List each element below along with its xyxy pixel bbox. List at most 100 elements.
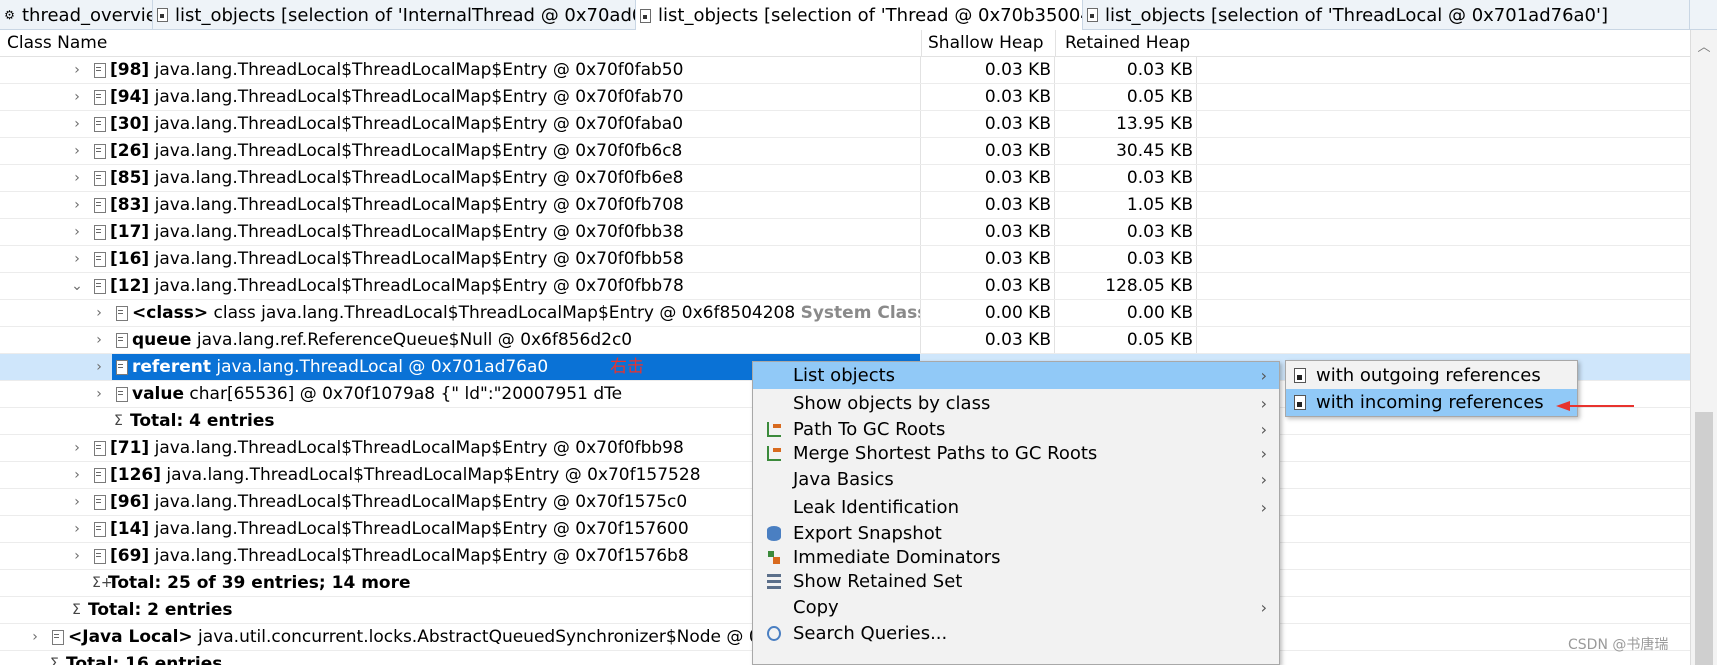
row-label: [14] java.lang.ThreadLocal$ThreadLocalMa… (110, 516, 689, 542)
table-row[interactable]: › [30] java.lang.ThreadLocal$ThreadLocalM… (0, 111, 1690, 138)
menu-item-label: Search Queries... (793, 623, 948, 644)
row-prefix: [30] (110, 114, 150, 134)
table-row[interactable]: › <class> class java.lang.ThreadLocal$Thr… (0, 300, 1690, 327)
chevron-right-icon[interactable]: › (70, 246, 84, 272)
table-row[interactable]: › [26] java.lang.ThreadLocal$ThreadLocalM… (0, 138, 1690, 165)
menu-item-leak-identification[interactable]: Leak Identification › (753, 494, 1279, 521)
chevron-right-icon[interactable]: › (28, 624, 42, 650)
chevron-right-icon[interactable]: › (70, 435, 84, 461)
row-label: <class> class java.lang.ThreadLocal$Thre… (132, 300, 920, 326)
tab-thread-overview[interactable]: ⚙ thread_overview (0, 0, 153, 30)
document-icon (1294, 368, 1306, 383)
menu-item-immediate-dominators[interactable]: Immediate Dominators (753, 544, 1279, 571)
chevron-right-icon[interactable]: › (70, 111, 84, 137)
retained-heap-cell: 0.00 KB (1126, 303, 1193, 323)
menu-item-search-queries[interactable]: Search Queries... (753, 620, 1279, 647)
row-prefix: referent (132, 357, 211, 377)
table-row[interactable]: › [83] java.lang.ThreadLocal$ThreadLocalM… (0, 192, 1690, 219)
menu-item-show-objects-by-class[interactable]: Show objects by class › (753, 390, 1279, 417)
chevron-right-icon[interactable]: › (92, 354, 106, 381)
scrollbar-thumb[interactable] (1695, 412, 1713, 665)
column-header-shallow-heap[interactable]: Shallow Heap (921, 30, 1055, 57)
reference-icon (94, 117, 106, 132)
column-header-class-name[interactable]: Class Name (7, 30, 907, 57)
table-row[interactable]: › [98] java.lang.ThreadLocal$ThreadLocalM… (0, 57, 1690, 84)
row-text: java.lang.ThreadLocal$ThreadLocalMap$Ent… (161, 465, 701, 485)
row-text: java.lang.ThreadLocal @ 0x701ad76a0 (210, 357, 549, 377)
row-label: queue java.lang.ref.ReferenceQueue$Null … (132, 327, 632, 353)
tab-list-objects-thread[interactable]: list_objects [selection of 'Thread @ 0x7… (636, 0, 1083, 31)
chevron-right-icon[interactable]: › (92, 300, 106, 326)
shallow-heap-cell: 0.03 KB (984, 141, 1051, 161)
submenu-item-with-outgoing-references[interactable]: with outgoing references (1286, 362, 1577, 389)
chevron-right-icon[interactable]: › (70, 84, 84, 110)
row-text: java.lang.ThreadLocal$ThreadLocalMap$Ent… (149, 168, 684, 188)
chevron-right-icon[interactable]: › (92, 327, 106, 353)
column-header-retained-heap[interactable]: Retained Heap (1055, 30, 1197, 57)
table-row[interactable]: › [16] java.lang.ThreadLocal$ThreadLocalM… (0, 246, 1690, 273)
row-label: Total: 2 entries (88, 597, 233, 623)
shallow-heap-cell: 0.03 KB (984, 114, 1051, 134)
submenu-item-label: with incoming references (1316, 392, 1544, 413)
menu-item-list-objects[interactable]: List objects › (753, 362, 1279, 389)
class-name-cell: › [85] java.lang.ThreadLocal$ThreadLocalM… (0, 165, 920, 191)
table-row[interactable]: › [17] java.lang.ThreadLocal$ThreadLocalM… (0, 219, 1690, 246)
menu-item-merge-shortest-paths-to-gc-roots[interactable]: Merge Shortest Paths to GC Roots › (753, 440, 1279, 467)
chevron-right-icon[interactable]: › (70, 138, 84, 164)
chevron-right-icon: › (1260, 498, 1267, 517)
chevron-right-icon[interactable]: › (92, 381, 106, 407)
chevron-right-icon[interactable]: › (70, 165, 84, 191)
class-name-cell: › [98] java.lang.ThreadLocal$ThreadLocalM… (0, 57, 920, 83)
reference-icon (94, 198, 106, 213)
shallow-heap-cell: 0.03 KB (984, 195, 1051, 215)
table-row[interactable]: ⌄ [12] java.lang.ThreadLocal$ThreadLocalM… (0, 273, 1690, 300)
reference-icon (94, 522, 106, 537)
shallow-heap-cell: 0.00 KB (984, 303, 1051, 323)
watermark: CSDN @书唐瑞 (1568, 637, 1669, 653)
chevron-right-icon[interactable]: › (70, 219, 84, 245)
row-prefix: [96] (110, 492, 150, 512)
vertical-scrollbar[interactable]: ︿ (1690, 30, 1717, 665)
system-class-tag: System Class (800, 303, 920, 323)
menu-item-path-to-gc-roots[interactable]: Path To GC Roots › (753, 416, 1279, 443)
row-label: referent java.lang.ThreadLocal @ 0x701ad… (132, 354, 548, 380)
row-label: [69] java.lang.ThreadLocal$ThreadLocalMa… (110, 543, 689, 569)
chevron-right-icon[interactable]: › (70, 516, 84, 542)
row-text: java.util.concurrent.locks.AbstractQueue… (192, 627, 760, 647)
row-prefix: Total: 2 entries (88, 600, 233, 620)
menu-item-label: Show objects by class (793, 393, 991, 414)
chevron-up-icon[interactable]: ︿ (1691, 36, 1717, 55)
row-label: [26] java.lang.ThreadLocal$ThreadLocalMa… (110, 138, 682, 164)
chevron-right-icon[interactable]: › (70, 543, 84, 569)
row-prefix: [16] (110, 249, 150, 269)
list-objects-submenu: with outgoing references with incoming re… (1285, 360, 1578, 417)
table-row[interactable]: › [85] java.lang.ThreadLocal$ThreadLocalM… (0, 165, 1690, 192)
menu-item-java-basics[interactable]: Java Basics › (753, 466, 1279, 493)
table-row[interactable]: › queue java.lang.ref.ReferenceQueue$Null… (0, 327, 1690, 354)
chevron-down-icon[interactable]: ⌄ (70, 273, 84, 299)
reference-icon (116, 360, 128, 375)
menu-item-label: Copy (793, 597, 839, 618)
tab-list-objects-threadlocal[interactable]: list_objects [selection of 'ThreadLocal … (1083, 0, 1690, 30)
menu-item-label: Leak Identification (793, 497, 959, 518)
menu-item-export-snapshot[interactable]: Export Snapshot (753, 520, 1279, 547)
class-name-cell: › [26] java.lang.ThreadLocal$ThreadLocalM… (0, 138, 920, 164)
tab-label: thread_overview (22, 4, 152, 26)
submenu-item-with-incoming-references[interactable]: with incoming references (1286, 389, 1577, 416)
row-label: Total: 25 of 39 entries; 14 more (108, 570, 411, 596)
chevron-right-icon[interactable]: › (70, 192, 84, 218)
row-text: java.lang.ThreadLocal$ThreadLocalMap$Ent… (149, 438, 684, 458)
retained-heap-cell: 1.05 KB (1126, 195, 1193, 215)
row-text: java.lang.ThreadLocal$ThreadLocalMap$Ent… (149, 249, 684, 269)
tab-list-objects-internalthread[interactable]: list_objects [selection of 'InternalThre… (153, 0, 636, 30)
sigma-icon: Σ (50, 656, 59, 665)
chevron-right-icon[interactable]: › (70, 57, 84, 83)
menu-item-show-retained-set[interactable]: Show Retained Set (753, 568, 1279, 595)
retained-heap-cell: 13.95 KB (1116, 114, 1193, 134)
menu-item-copy[interactable]: Copy › (753, 594, 1279, 621)
chevron-right-icon[interactable]: › (70, 489, 84, 515)
chevron-right-icon[interactable]: › (70, 462, 84, 488)
table-row[interactable]: › [94] java.lang.ThreadLocal$ThreadLocalM… (0, 84, 1690, 111)
menu-item-label: List objects (793, 365, 896, 386)
row-label: value char[65536] @ 0x70f1079a8 {" ld":"… (132, 381, 622, 407)
